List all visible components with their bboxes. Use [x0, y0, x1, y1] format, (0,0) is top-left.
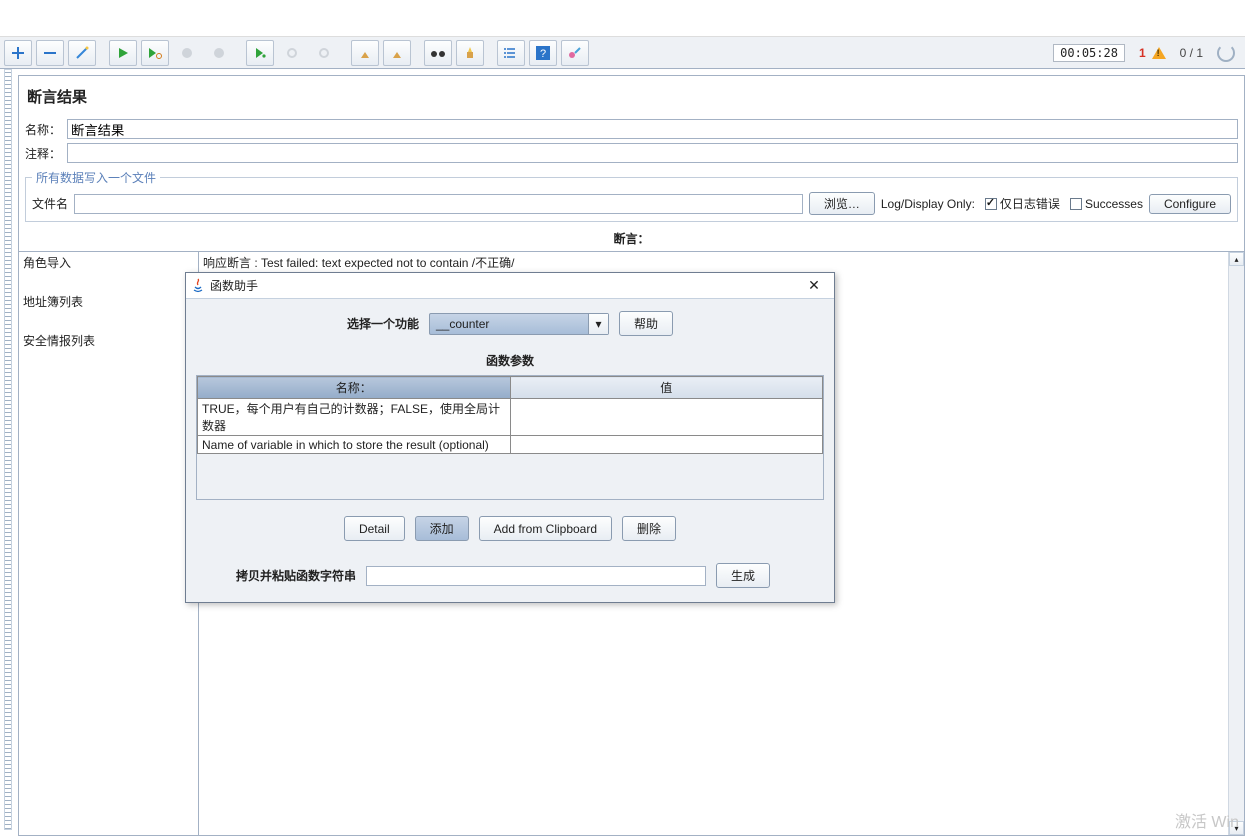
plus-icon[interactable]: [4, 40, 32, 66]
comment-label: 注释：: [25, 145, 61, 162]
name-input[interactable]: [67, 119, 1238, 139]
file-output-fieldset: 所有数据写入一个文件 文件名 浏览… Log/Display Only: 仅日志…: [25, 169, 1238, 222]
add-button[interactable]: 添加: [415, 516, 469, 541]
add-from-clipboard-button[interactable]: Add from Clipboard: [479, 516, 612, 541]
warning-icon[interactable]: [1152, 47, 1166, 59]
broom2-icon[interactable]: [383, 40, 411, 66]
help-button[interactable]: 帮助: [619, 311, 673, 336]
select-function-label: 选择一个功能: [347, 315, 419, 332]
params-table[interactable]: 名称： 值 TRUE，每个用户有自己的计数器；FALSE，使用全局计数器Name…: [197, 376, 823, 454]
wand-icon[interactable]: [68, 40, 96, 66]
svg-text:?: ?: [540, 48, 546, 60]
binoculars-icon[interactable]: [424, 40, 452, 66]
name-label: 名称：: [25, 121, 61, 138]
list-item[interactable]: [19, 312, 198, 330]
detail-button[interactable]: Detail: [344, 516, 405, 541]
generate-button[interactable]: 生成: [716, 563, 770, 588]
only-errors-checkbox[interactable]: 仅日志错误: [985, 195, 1060, 212]
window-titlebar: [0, 0, 1245, 37]
samples-list[interactable]: 角色导入 地址簿列表 安全情报列表: [19, 252, 199, 835]
log-display-label: Log/Display Only:: [881, 197, 975, 211]
play-icon[interactable]: [109, 40, 137, 66]
assertions-header: 断言：: [19, 228, 1244, 251]
list-item[interactable]: 地址簿列表: [19, 291, 198, 312]
browse-button[interactable]: 浏览…: [809, 192, 875, 215]
function-string-input[interactable]: [366, 566, 706, 586]
file-output-legend: 所有数据写入一个文件: [32, 169, 160, 186]
assertion-line[interactable]: 响应断言 : Test failed: text expected not to…: [199, 253, 1228, 272]
main-toolbar: ? 00:05:28 1 0 / 1: [0, 37, 1245, 69]
table-row[interactable]: TRUE，每个用户有自己的计数器；FALSE，使用全局计数器: [198, 399, 823, 436]
delete-button[interactable]: 删除: [622, 516, 676, 541]
broom1-icon[interactable]: [351, 40, 379, 66]
copy-string-label: 拷贝并粘贴函数字符串: [236, 567, 356, 584]
dialog-titlebar[interactable]: 函数助手 ✕: [186, 273, 834, 299]
error-count: 1: [1139, 46, 1146, 60]
shutdown-icon[interactable]: [246, 40, 274, 66]
record-icon[interactable]: [561, 40, 589, 66]
filename-label: 文件名: [32, 195, 68, 212]
details-scrollbar[interactable]: ▴▾: [1228, 252, 1244, 835]
function-helper-dialog: 函数助手 ✕ 选择一个功能 __counter ▾ 帮助 函数参数 名称： 值 …: [185, 272, 835, 603]
panel-title: 断言结果: [19, 76, 1244, 117]
dialog-title: 函数助手: [210, 277, 798, 294]
successes-checkbox[interactable]: Successes: [1070, 197, 1143, 211]
list-icon[interactable]: [497, 40, 525, 66]
comment-input[interactable]: [67, 143, 1238, 163]
table-row[interactable]: Name of variable in which to store the r…: [198, 436, 823, 454]
java-icon: [190, 278, 206, 294]
activity-spinner: [1217, 44, 1235, 62]
params-header: 函数参数: [196, 352, 824, 369]
configure-button[interactable]: Configure: [1149, 194, 1231, 214]
list-item[interactable]: [19, 273, 198, 291]
col-name-header[interactable]: 名称：: [198, 377, 511, 399]
list-item[interactable]: 安全情报列表: [19, 330, 198, 351]
broom3-icon[interactable]: [456, 40, 484, 66]
play-next-icon[interactable]: [141, 40, 169, 66]
filename-input[interactable]: [74, 194, 803, 214]
close-icon[interactable]: ✕: [798, 276, 830, 296]
help-icon[interactable]: ?: [529, 40, 557, 66]
stop-icon: [173, 40, 201, 66]
list-item[interactable]: 角色导入: [19, 252, 198, 273]
col-value-header[interactable]: 值: [510, 377, 823, 399]
minus-icon[interactable]: [36, 40, 64, 66]
gear2-icon: [310, 40, 338, 66]
function-select[interactable]: __counter ▾: [429, 313, 609, 335]
stop-soft-icon: [205, 40, 233, 66]
chevron-down-icon: ▾: [588, 314, 608, 334]
thread-ratio: 0 / 1: [1180, 46, 1203, 60]
elapsed-timer: 00:05:28: [1053, 44, 1125, 62]
gear1-icon: [278, 40, 306, 66]
